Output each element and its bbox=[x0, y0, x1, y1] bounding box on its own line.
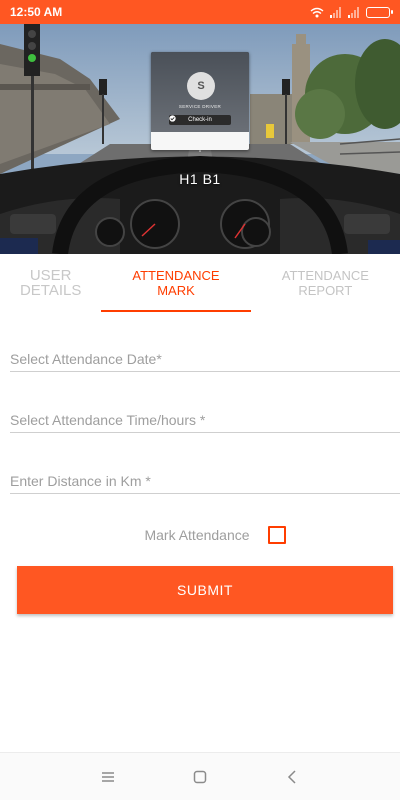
status-time: 12:50 AM bbox=[10, 5, 63, 19]
driver-card: S SERVICE DRIVER Check-in bbox=[151, 52, 249, 150]
home-icon bbox=[193, 770, 207, 783]
menu-button[interactable] bbox=[97, 766, 119, 788]
attendance-time-field[interactable] bbox=[10, 399, 400, 433]
submit-button[interactable]: SUBMIT bbox=[17, 566, 393, 614]
mark-attendance-checkbox[interactable] bbox=[267, 526, 286, 544]
tab-attendance-report[interactable]: ATTENDANCE REPORT bbox=[251, 254, 400, 312]
tab-bar: USER DETAILS ATTENDANCE MARK ATTENDANCE … bbox=[0, 254, 400, 312]
vehicle-caption: H1 B1 bbox=[179, 171, 221, 187]
avatar: S bbox=[187, 72, 215, 100]
attendance-time-input[interactable] bbox=[10, 399, 400, 432]
status-bar: 12:50 AM bbox=[0, 0, 400, 24]
check-in-label: Check-in bbox=[188, 117, 212, 123]
signal-icon bbox=[348, 6, 359, 18]
distance-input[interactable] bbox=[10, 460, 400, 493]
header-banner: S SERVICE DRIVER Check-in H1 B1 bbox=[0, 24, 400, 254]
check-in-icon bbox=[169, 115, 176, 122]
home-button[interactable] bbox=[189, 766, 211, 788]
system-nav-bar bbox=[0, 752, 400, 800]
status-icons bbox=[310, 6, 393, 18]
menu-icon bbox=[102, 771, 114, 782]
mark-attendance-row: Mark Attendance bbox=[0, 522, 400, 548]
attendance-date-field[interactable] bbox=[10, 338, 400, 372]
driver-name: SERVICE DRIVER bbox=[178, 104, 222, 109]
signal-icon bbox=[330, 6, 341, 18]
tab-attendance-mark[interactable]: ATTENDANCE MARK bbox=[101, 254, 251, 312]
wifi-icon bbox=[310, 7, 324, 17]
back-button[interactable] bbox=[281, 766, 303, 788]
check-in-button[interactable]: Check-in bbox=[169, 115, 231, 125]
attendance-date-input[interactable] bbox=[10, 338, 400, 371]
mark-attendance-label: Mark Attendance bbox=[144, 527, 250, 543]
tab-user-details[interactable]: USER DETAILS bbox=[0, 254, 101, 312]
battery-icon bbox=[366, 6, 393, 18]
back-icon bbox=[287, 769, 296, 784]
driver-card-footer bbox=[151, 132, 249, 150]
distance-field[interactable] bbox=[10, 460, 400, 494]
